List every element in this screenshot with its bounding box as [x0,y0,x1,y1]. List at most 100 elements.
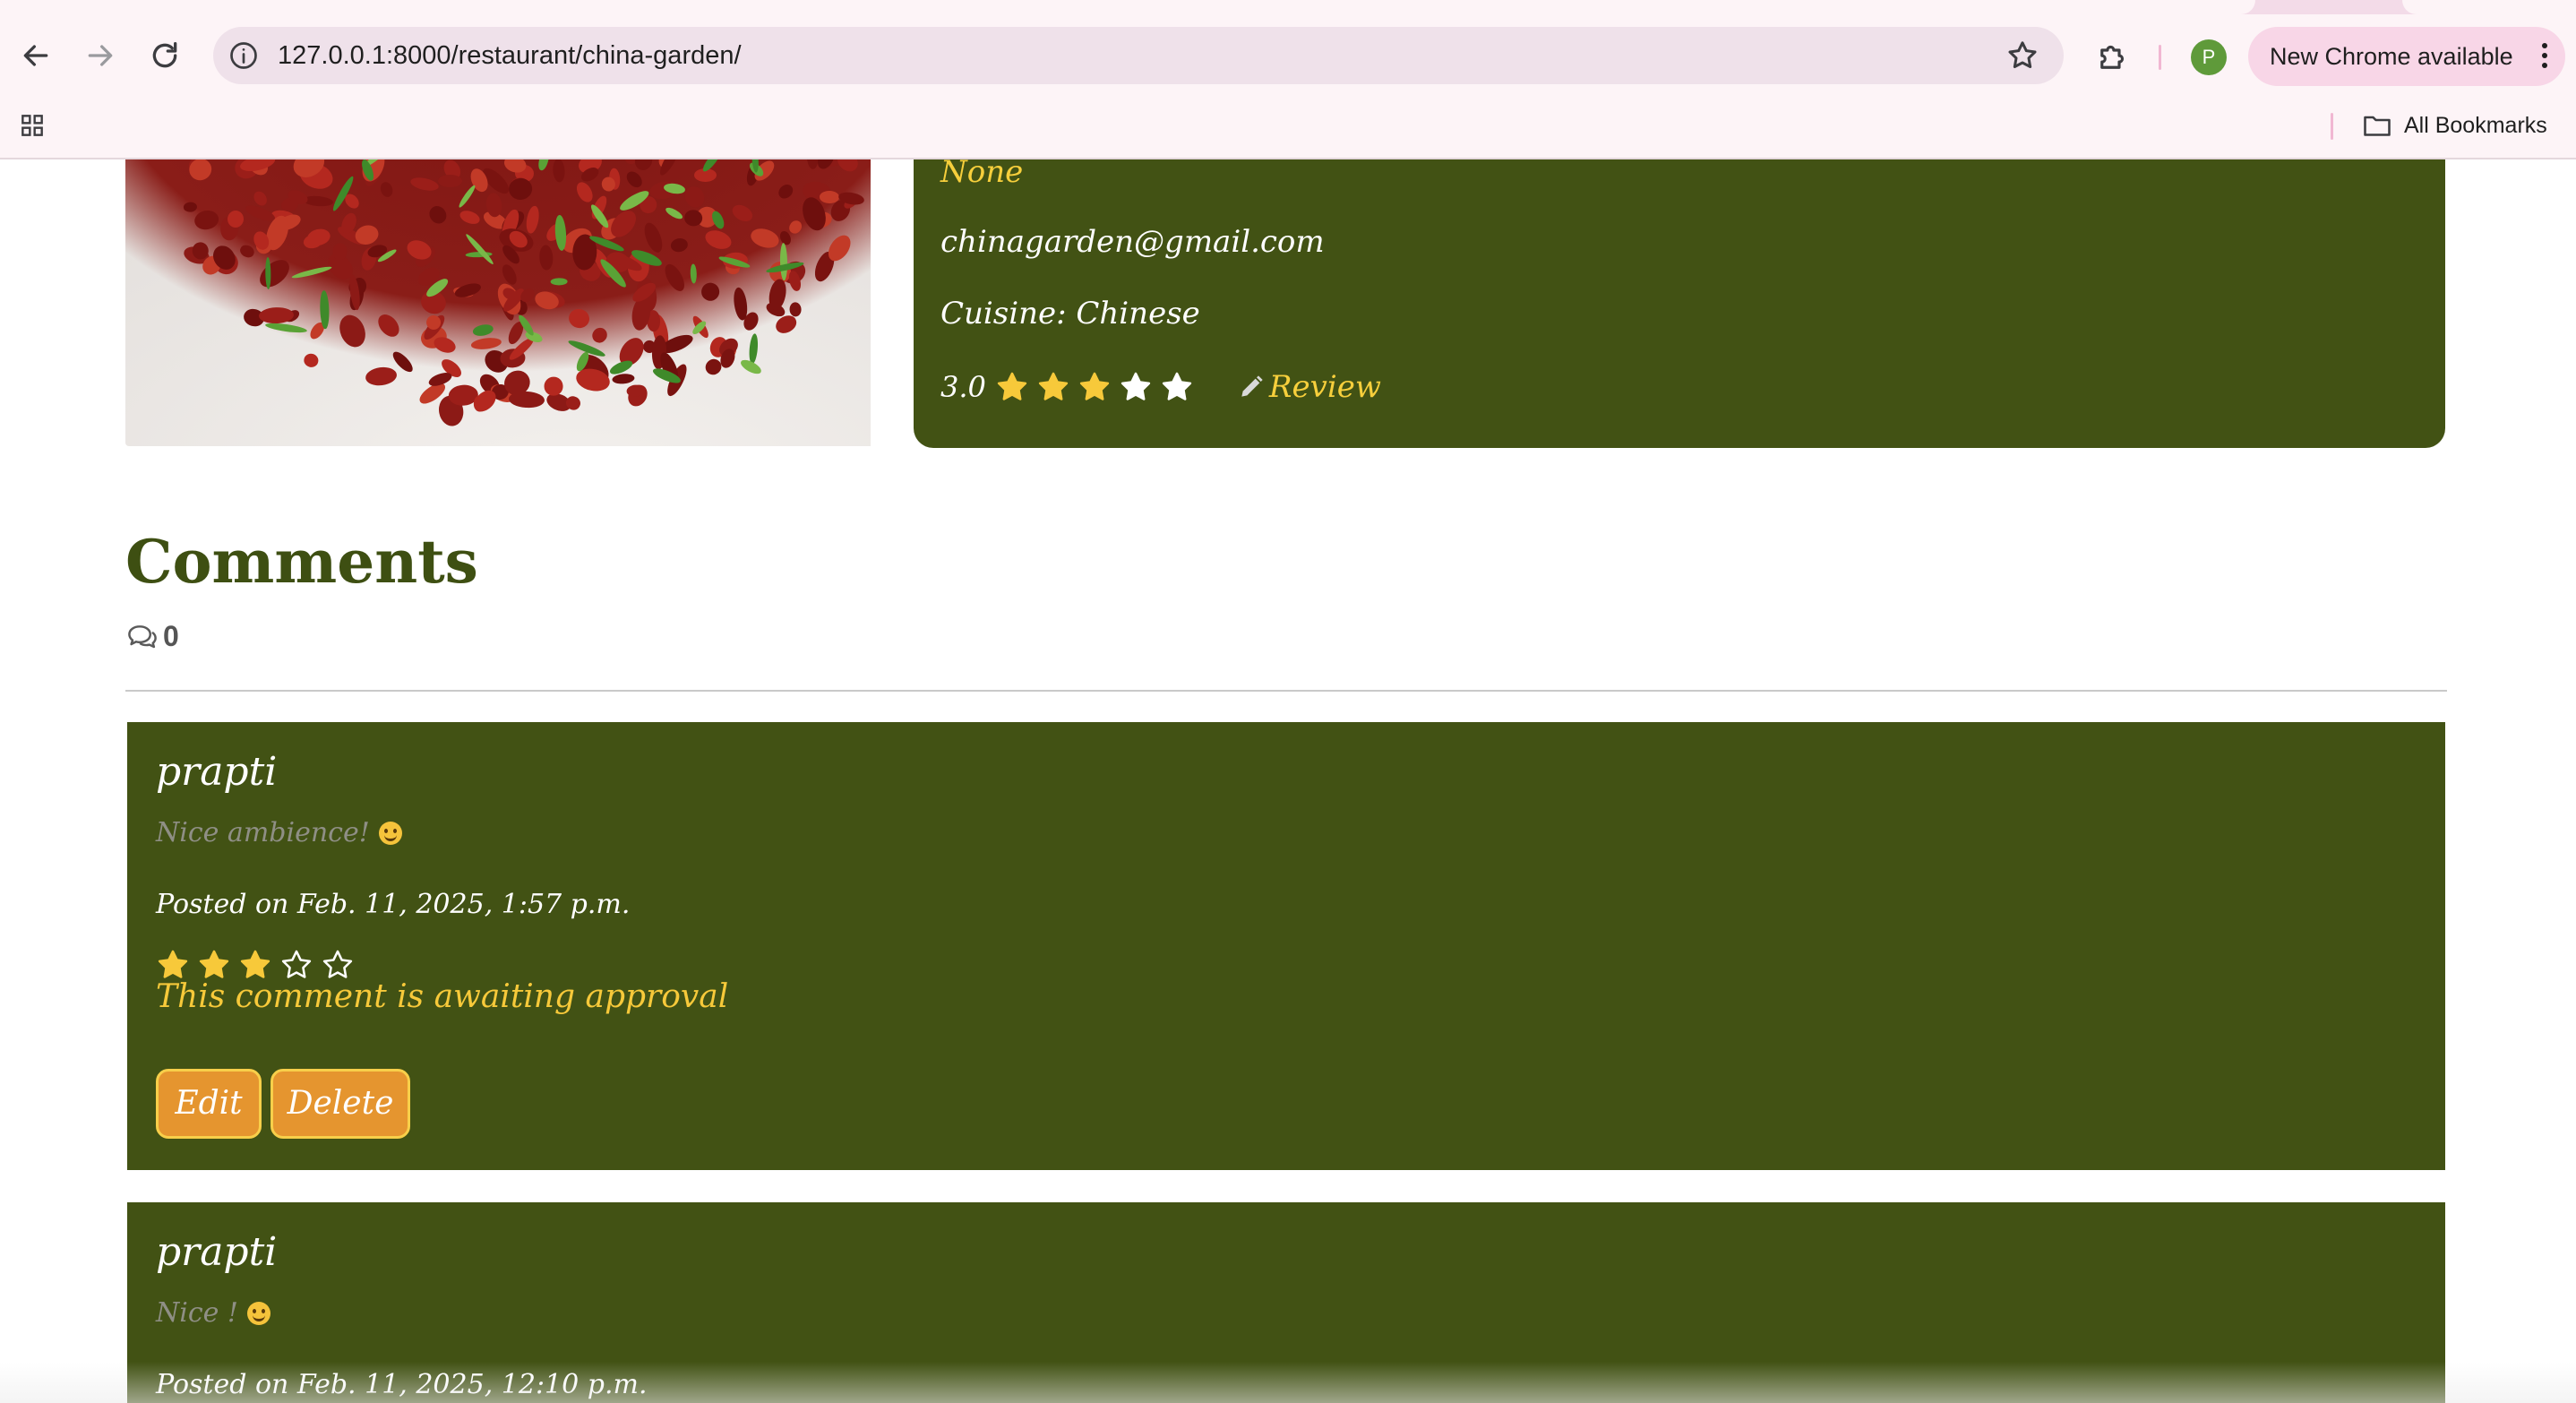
scallion-piece [550,277,568,286]
chili-piece [788,301,802,317]
site-info-icon[interactable] [228,39,260,72]
restaurant-image [125,159,871,446]
forward-icon[interactable] [82,38,118,73]
review-link[interactable]: Review [1237,369,1381,405]
smile-emoji-icon [247,1301,270,1325]
scallion-piece [689,263,697,284]
rating-value: 3.0 [940,370,986,404]
scallion-piece [472,323,495,338]
restaurant-info-card: None chinagarden@gmail.com Cuisine: Chin… [914,159,2445,448]
chili-piece [470,337,502,351]
restaurant-email: chinagarden@gmail.com [940,224,1325,260]
chili-piece [524,204,541,235]
chili-piece [425,202,451,227]
chili-piece [552,159,565,183]
url-text[interactable]: 127.0.0.1:8000/restaurant/china-garden/ [278,39,742,72]
scallion-piece [537,159,552,172]
update-label: New Chrome available [2270,43,2513,70]
chili-piece [633,159,654,172]
new-chrome-available-button[interactable]: New Chrome available [2248,27,2565,86]
star-icon [1121,372,1151,400]
chili-piece [588,324,610,346]
bookmarks-bar: All Bookmarks [0,97,2576,159]
extensions-icon[interactable] [2094,38,2132,75]
smile-emoji-icon [378,821,402,845]
comment-body: Nice ! [156,1297,270,1329]
comment-text: Nice ambience! [156,817,370,848]
chili-piece [508,390,545,409]
all-bookmarks-label: All Bookmarks [2404,112,2547,138]
star-filled-icon [158,950,188,978]
chili-piece [777,181,796,202]
apps-grid-icon[interactable] [18,111,47,140]
chili-piece [538,244,554,271]
comment-count: 0 [125,620,179,653]
chili-piece [227,210,245,228]
chili-piece [437,175,463,188]
toolbar-separator [2159,45,2161,70]
chili-piece [623,168,645,191]
divider [125,690,2447,692]
chili-piece [193,208,221,232]
delete-button[interactable]: Delete [270,1069,410,1139]
scallion-piece [264,321,308,335]
chili-piece [573,179,596,205]
folder-icon [2364,116,2391,136]
star-filled-icon [240,950,270,978]
comment-author: prapti [156,1229,278,1275]
comment-rating-stars [156,948,355,982]
comment-posted-date: Posted on Feb. 11, 2025, 1:57 p.m. [156,889,631,920]
edit-button[interactable]: Edit [156,1069,262,1139]
chili-piece [458,208,481,227]
address-bar[interactable]: 127.0.0.1:8000/restaurant/china-garden/ [213,27,2064,84]
chili-piece [409,176,441,194]
chili-piece [729,202,755,225]
chili-piece [767,277,789,312]
scallion-piece [290,264,332,280]
star-filled-icon [1038,372,1069,400]
chili-piece [452,281,483,301]
star-icon [1162,372,1192,400]
restaurant-rating: 3.0 Review [940,369,1381,405]
chili-piece [255,254,295,293]
scallion-piece [664,204,684,221]
chili-piece [566,306,592,331]
inactive-tab[interactable] [2402,0,2576,14]
chili-piece [334,311,370,352]
chili-piece [777,229,793,247]
comment-status: This comment is awaiting approval [156,978,729,1015]
chili-piece [786,219,804,237]
chili-piece [184,202,198,213]
chili-piece [669,237,689,254]
pencil-icon [1241,375,1263,397]
comment-card: prapti Nice ! Posted on Feb. 11, 2025, 1… [127,1202,2445,1403]
comment-card: prapti Nice ambience! Posted on Feb. 11,… [127,722,2445,1170]
chili-piece [833,159,863,176]
chili-piece [364,365,398,387]
star-outline-icon [322,950,353,978]
all-bookmarks-button[interactable]: All Bookmarks [2361,108,2547,143]
chili-piece [374,310,404,341]
chili-piece [702,227,734,253]
comments-icon [128,624,157,648]
browser-toolbar: 127.0.0.1:8000/restaurant/china-garden/ … [0,14,2576,97]
review-label: Review [1268,369,1381,405]
comment-author: prapti [156,749,278,795]
comment-body: Nice ambience! [156,817,402,848]
star-outline-icon [281,950,312,978]
star-filled-icon [199,950,229,978]
comments-heading: Comments [125,527,478,597]
reload-icon[interactable] [147,38,183,73]
scallion-piece [738,357,763,377]
back-icon[interactable] [18,38,54,73]
bookmark-star-icon[interactable] [2005,38,2040,73]
chili-piece [640,219,666,254]
scallion-piece [709,210,727,232]
chili-piece [698,280,723,305]
chili-piece [303,352,321,369]
scallion-piece [779,243,788,281]
bookmarks-separator [2331,113,2333,140]
profile-avatar[interactable]: P [2191,39,2227,75]
active-tab[interactable] [0,0,2255,14]
more-icon[interactable] [2540,39,2549,72]
